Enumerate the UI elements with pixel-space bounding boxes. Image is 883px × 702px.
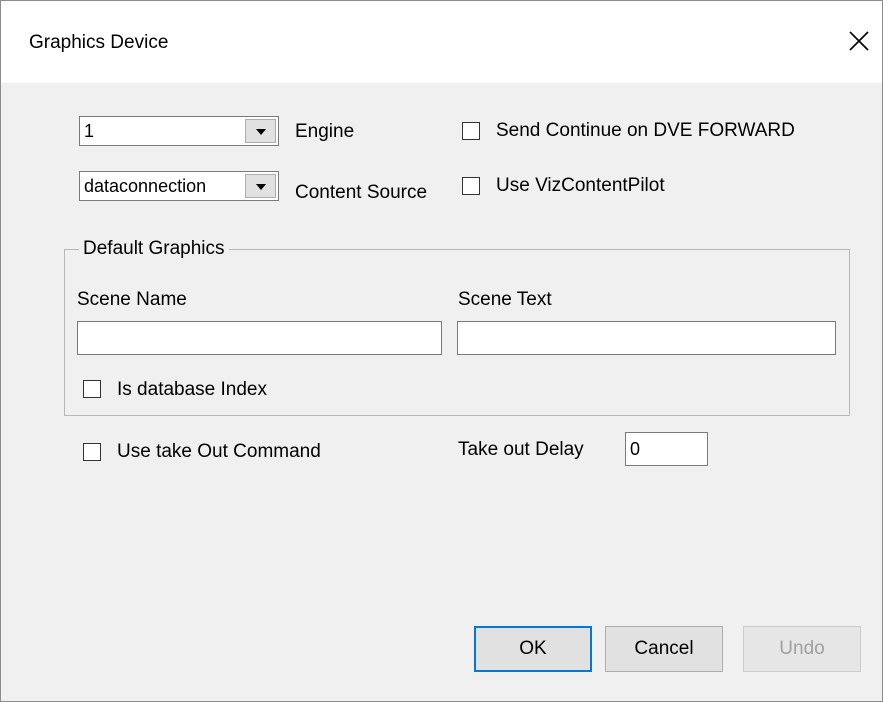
window-title: Graphics Device (29, 32, 169, 53)
default-graphics-legend: Default Graphics (79, 238, 229, 260)
engine-value: 1 (84, 121, 95, 141)
engine-combo[interactable]: 1 (79, 116, 279, 146)
chevron-down-icon (256, 184, 266, 190)
is-db-index-checkbox[interactable] (83, 380, 101, 398)
send-continue-checkbox[interactable] (462, 122, 480, 140)
content-source-label: Content Source (295, 182, 428, 203)
scene-name-input[interactable] (77, 321, 442, 355)
title-bar: Graphics Device (1, 1, 882, 83)
close-icon[interactable] (847, 29, 871, 53)
use-take-out-checkbox[interactable] (83, 443, 101, 461)
content-source-dropdown-button[interactable] (245, 174, 276, 198)
undo-button[interactable]: Undo (743, 626, 861, 672)
take-out-delay-input[interactable] (625, 432, 708, 466)
engine-label: Engine (295, 121, 355, 142)
use-viz-label: Use VizContentPilot (496, 175, 665, 196)
ok-button[interactable]: OK (474, 626, 592, 672)
content-source-value: dataconnection (84, 176, 207, 196)
use-take-out-label: Use take Out Command (117, 441, 321, 462)
chevron-down-icon (256, 129, 266, 135)
cancel-button[interactable]: Cancel (605, 626, 723, 672)
graphics-device-dialog: Graphics Device 1 Engine dataconnection … (0, 0, 883, 702)
take-out-delay-label: Take out Delay (458, 439, 584, 460)
use-viz-checkbox[interactable] (462, 177, 480, 195)
scene-name-label: Scene Name (77, 289, 187, 310)
content-source-combo[interactable]: dataconnection (79, 171, 279, 201)
send-continue-label: Send Continue on DVE FORWARD (496, 120, 795, 141)
engine-dropdown-button[interactable] (245, 119, 276, 143)
scene-text-label: Scene Text (458, 289, 552, 310)
is-db-index-label: Is database Index (117, 379, 267, 400)
scene-text-input[interactable] (457, 321, 836, 355)
